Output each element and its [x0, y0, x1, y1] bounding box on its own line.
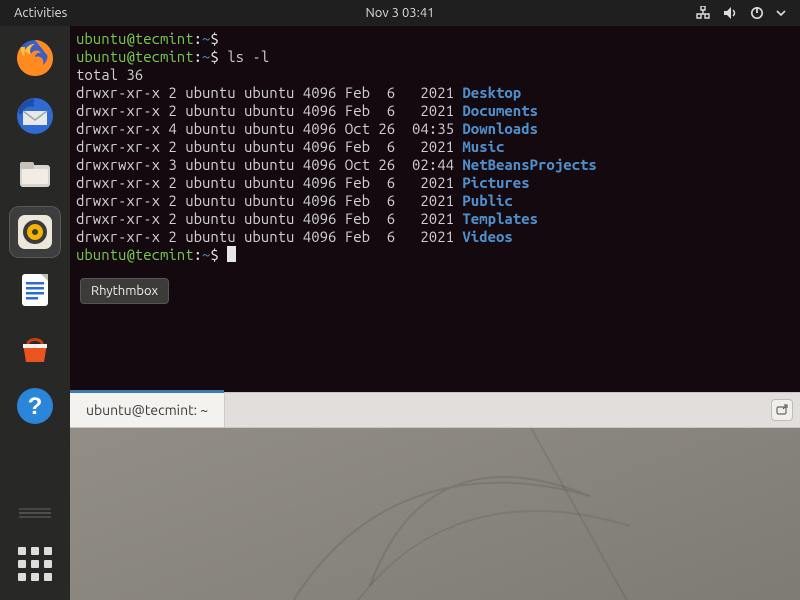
dock-item-libreoffice-writer[interactable]	[9, 264, 61, 316]
show-applications-button[interactable]	[9, 538, 61, 590]
volume-icon[interactable]	[723, 6, 738, 20]
new-tab-area	[764, 393, 800, 427]
dock-item-files[interactable]	[9, 148, 61, 200]
apps-grid-icon	[18, 547, 52, 581]
svg-text:?: ?	[28, 393, 43, 420]
system-indicators[interactable]	[681, 6, 800, 20]
top-bar: Activities Nov 3 03:41	[0, 0, 800, 26]
new-tab-icon	[776, 404, 788, 416]
clock[interactable]: Nov 3 03:41	[365, 6, 434, 20]
terminal-window: ubuntu@tecmint:~$ ubuntu@tecmint:~$ ls -…	[70, 26, 800, 428]
network-icon[interactable]	[695, 6, 711, 20]
activities-button[interactable]: Activities	[0, 6, 81, 20]
terminal-tab-title: ubuntu@tecmint: ~	[86, 402, 208, 418]
terminal-output[interactable]: ubuntu@tecmint:~$ ubuntu@tecmint:~$ ls -…	[70, 26, 800, 392]
dock-item-rhythmbox[interactable]	[9, 206, 61, 258]
dock-item-help[interactable]: ?	[9, 380, 61, 432]
dock-separator	[9, 496, 61, 530]
terminal-tab-bar: ubuntu@tecmint: ~	[70, 392, 800, 428]
dock-item-thunderbird[interactable]	[9, 90, 61, 142]
dock-item-firefox[interactable]	[9, 32, 61, 84]
new-tab-button[interactable]	[771, 399, 793, 421]
chevron-down-icon[interactable]	[776, 9, 786, 17]
terminal-tab[interactable]: ubuntu@tecmint: ~	[70, 393, 225, 427]
dock: ?	[0, 26, 70, 600]
dock-item-ubuntu-software[interactable]	[9, 322, 61, 374]
power-icon[interactable]	[750, 6, 764, 20]
tab-bar-spacer	[225, 393, 764, 427]
dock-tooltip: Rhythmbox	[80, 278, 169, 304]
